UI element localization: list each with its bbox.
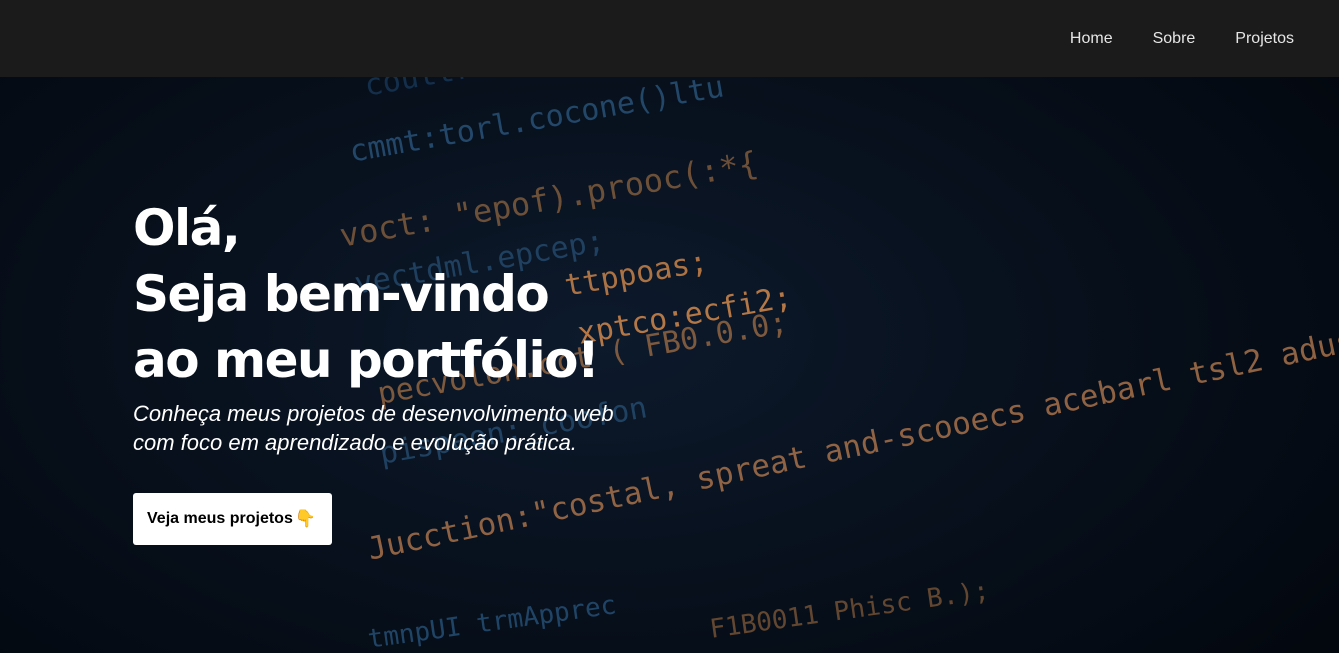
hero-title-line: Olá, — [133, 199, 241, 257]
portfolio-page: Home Sobre Projetos couttr.a cmmt:torl.c… — [0, 0, 1339, 653]
code-snippet: tmnpUI trmApprec — [365, 590, 619, 653]
pointing-down-hand-icon: 👇 — [294, 509, 317, 528]
nav-link-sobre[interactable]: Sobre — [1153, 30, 1196, 48]
hero-title-line: ao meu portfólio! — [133, 331, 600, 389]
view-projects-button-label: Veja meus projetos — [147, 510, 293, 527]
code-snippet: couttr.a — [362, 77, 510, 104]
view-projects-button[interactable]: Veja meus projetos 👇 — [133, 493, 333, 545]
hero-section: couttr.a cmmt:torl.cocone()ltu voct: "ep… — [0, 77, 1339, 653]
nav-link-projetos[interactable]: Projetos — [1235, 30, 1294, 48]
hero-title-line: Seja bem-vindo — [133, 265, 550, 323]
hero-content: Olá, Seja bem-vindo ao meu portfólio! Co… — [133, 195, 614, 545]
code-snippet: F1B0011 Phisc B.); — [707, 575, 992, 645]
top-navbar: Home Sobre Projetos — [0, 0, 1339, 77]
hero-title: Olá, Seja bem-vindo ao meu portfólio! — [133, 195, 614, 393]
hero-subtitle: Conheça meus projetos de desenvolvimento… — [133, 399, 614, 457]
nav-link-home[interactable]: Home — [1070, 30, 1113, 48]
code-snippet: cmmt:torl.cocone()ltu — [346, 77, 727, 170]
hero-subtitle-line: com foco em aprendizado e evolução práti… — [133, 430, 577, 455]
nav-links: Home Sobre Projetos — [1030, 0, 1294, 77]
hero-subtitle-line: Conheça meus projetos de desenvolvimento… — [133, 401, 614, 426]
